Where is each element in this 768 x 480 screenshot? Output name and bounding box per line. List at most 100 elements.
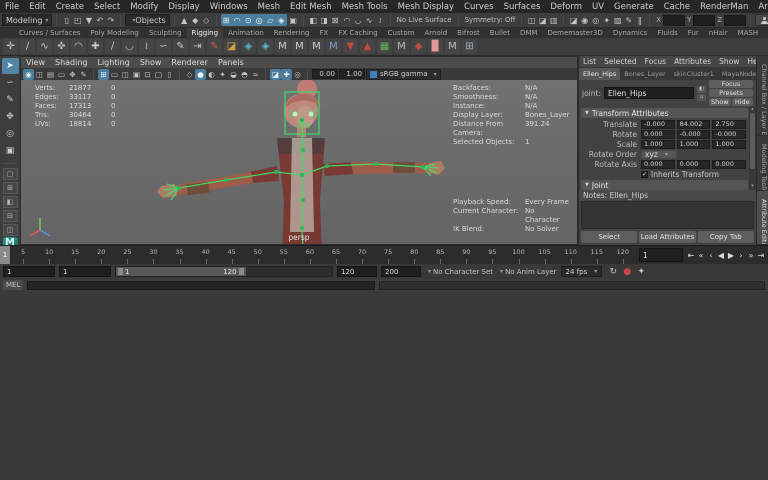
character-set-dropdown[interactable]: ▾ No Character Set xyxy=(425,268,493,276)
blue-wire-icon[interactable]: ◈ xyxy=(241,39,256,54)
select-tool[interactable]: ➤ xyxy=(1,58,19,74)
shelf-tab[interactable]: Fluids xyxy=(652,28,682,38)
shaded-icon[interactable]: ● xyxy=(195,68,206,80)
undo-icon[interactable]: ↶ xyxy=(94,14,105,26)
no-live-surface-label[interactable]: No Live Surface xyxy=(395,16,454,24)
range-handle-right[interactable] xyxy=(238,268,244,275)
inherits-transform-checkbox[interactable]: ✓ xyxy=(641,170,648,178)
detach-skin-icon[interactable]: ▲ xyxy=(360,39,375,54)
mirror-joint-icon[interactable]: ◠ xyxy=(71,39,86,54)
construction-history-icon[interactable]: ⊠ xyxy=(330,14,341,26)
safe-title-icon[interactable]: ▯ xyxy=(164,69,175,80)
rotate-tool[interactable]: ◎ xyxy=(2,126,19,142)
paint-effects-icon[interactable]: ✎ xyxy=(623,14,634,26)
sign-in-button[interactable]: Sign In ▾ xyxy=(755,14,768,26)
camera-attributes-icon[interactable]: ◫ xyxy=(34,69,45,80)
current-time-field[interactable]: 1 xyxy=(639,248,683,262)
blend-shape-icon[interactable]: ⊞ xyxy=(462,39,477,54)
attr-field[interactable]: 1.000 xyxy=(712,139,747,149)
coordinate-field[interactable] xyxy=(724,14,747,26)
select-object-icon[interactable]: ◆ xyxy=(190,14,201,26)
ipr-render-icon[interactable]: ◎ xyxy=(590,14,601,26)
time-slider[interactable]: 1 5 10 15 20 25 30 35 40 45 50 55 60 65 70 75 80 85 90 95 1… xyxy=(0,245,768,264)
attr-field[interactable]: -0.000 xyxy=(712,129,747,139)
isolate-select-icon[interactable]: ◎ xyxy=(292,69,303,80)
menu-item[interactable]: Create xyxy=(51,2,89,12)
move-tool[interactable]: ✥ xyxy=(2,109,19,125)
ae-menu-item[interactable]: Show xyxy=(715,57,743,66)
attr-field[interactable]: 0.000 xyxy=(676,159,711,169)
grease-pencil-icon[interactable]: ✎ xyxy=(78,69,89,80)
connect-joint-icon[interactable]: ≀ xyxy=(139,39,154,54)
attr-field[interactable]: -0.000 xyxy=(676,129,711,139)
hypershade-layout-button[interactable]: ◫ xyxy=(2,224,18,236)
attr-field[interactable]: 84.002 xyxy=(676,119,711,129)
insert-joint-icon[interactable]: ✜ xyxy=(54,39,69,54)
lock-selection-icon[interactable]: ▣ xyxy=(288,14,299,26)
bind-skin-icon[interactable]: ▼ xyxy=(343,39,358,54)
menu-item[interactable]: File xyxy=(0,2,24,12)
camera-bookmark-icon[interactable]: ▤ xyxy=(45,69,56,80)
ae-menu-item[interactable]: List xyxy=(579,57,600,66)
auto-keyframe-icon[interactable]: ● xyxy=(620,266,634,278)
panel-menu-item[interactable]: Panels xyxy=(213,58,249,67)
coordinate-field[interactable] xyxy=(663,14,686,26)
panel-menu-item[interactable]: Shading xyxy=(50,58,93,67)
attr-field[interactable]: 1.000 xyxy=(641,139,675,149)
make-live-icon[interactable]: ◈ xyxy=(276,14,287,26)
notes-textarea[interactable] xyxy=(581,201,754,229)
presets-button[interactable]: Presets xyxy=(709,89,753,97)
resolution-gate-icon[interactable]: ◫ xyxy=(120,69,131,80)
select-component-icon[interactable]: ◇ xyxy=(201,14,212,26)
shelf-tab[interactable]: Sculpting xyxy=(144,28,187,38)
step-back-key-button[interactable]: ‹ xyxy=(706,248,716,263)
ae-tab[interactable]: Bones_Layer xyxy=(620,68,669,80)
rotate-order-dropdown[interactable]: xyz ▾ xyxy=(641,149,677,159)
shelf-tab[interactable]: Arnold xyxy=(420,28,453,38)
humanik3-icon[interactable]: M xyxy=(309,39,324,54)
section-transform-attributes[interactable]: ▼ Transform Attributes xyxy=(581,108,748,118)
wireframe-icon[interactable]: ◇ xyxy=(184,69,195,80)
motion-blur-icon[interactable]: ≈ xyxy=(250,69,261,80)
textured-icon[interactable]: ◐ xyxy=(206,69,217,80)
sidebar-vertical-tab[interactable]: Channel Box / Layer Editor xyxy=(757,56,768,137)
menu-item[interactable]: Mesh Tools xyxy=(337,2,393,12)
paint-weights-icon[interactable]: ▦ xyxy=(377,39,392,54)
playback-start-field[interactable]: 1 xyxy=(59,266,111,277)
node-name-field[interactable]: Ellen_Hips xyxy=(603,87,694,99)
four-pane-layout-button[interactable]: ⊞ xyxy=(2,182,18,194)
gamma-field[interactable]: 1.00 xyxy=(339,69,365,79)
pose-editor-icon[interactable]: ◆ xyxy=(411,39,426,54)
animation-preferences-icon[interactable]: ✦ xyxy=(634,266,648,278)
camera-rig-icon[interactable]: ◪ xyxy=(224,39,239,54)
shelf-tab[interactable]: DMM xyxy=(515,28,542,38)
panel-menu-item[interactable]: Lighting xyxy=(92,58,134,67)
menu-item[interactable]: Mesh Display xyxy=(393,2,459,12)
safe-action-icon[interactable]: ▢ xyxy=(153,69,164,80)
shelf-tab[interactable]: Animation xyxy=(223,28,269,38)
menu-item[interactable]: Deform xyxy=(545,2,587,12)
shelf-tab[interactable]: Rigging xyxy=(186,28,224,38)
ae-tab[interactable]: MayaNodeEditorSavedTabs xyxy=(718,68,756,80)
menu-item[interactable]: Modify xyxy=(125,2,163,12)
open-scene-icon[interactable]: ◰ xyxy=(72,14,83,26)
go-to-start-button[interactable]: ⇤ xyxy=(686,248,696,263)
shelf-tab[interactable]: Bullet xyxy=(485,28,515,38)
snap-projected-center-icon[interactable]: ◎ xyxy=(254,14,265,26)
menu-item[interactable]: Edit xyxy=(24,2,50,12)
film-gate-icon[interactable]: ▭ xyxy=(109,69,120,80)
symmetry-x-icon[interactable]: ◫ xyxy=(526,14,537,26)
save-scene-icon[interactable]: ▼ xyxy=(83,14,94,26)
panel-menu-item[interactable]: Show xyxy=(135,58,167,67)
ao-icon[interactable]: ◓ xyxy=(239,69,250,80)
xray-icon[interactable]: ◪ xyxy=(270,68,281,80)
ae-tab[interactable]: Ellen_Hips xyxy=(579,68,621,80)
anim-layer-dropdown[interactable]: ▾ No Anim Layer xyxy=(497,268,557,276)
input-operations-icon[interactable]: ◧ xyxy=(308,14,319,26)
pin-attribute-icon[interactable]: ◧ xyxy=(697,85,706,93)
curve-tool-icon[interactable]: ◠ xyxy=(342,14,353,26)
menu-item[interactable]: Windows xyxy=(205,2,253,12)
ae-tab[interactable]: skinCluster1 xyxy=(670,68,718,80)
shelf-tab[interactable]: FX Caching xyxy=(333,28,382,38)
menu-item[interactable]: Arnold xyxy=(753,2,768,12)
